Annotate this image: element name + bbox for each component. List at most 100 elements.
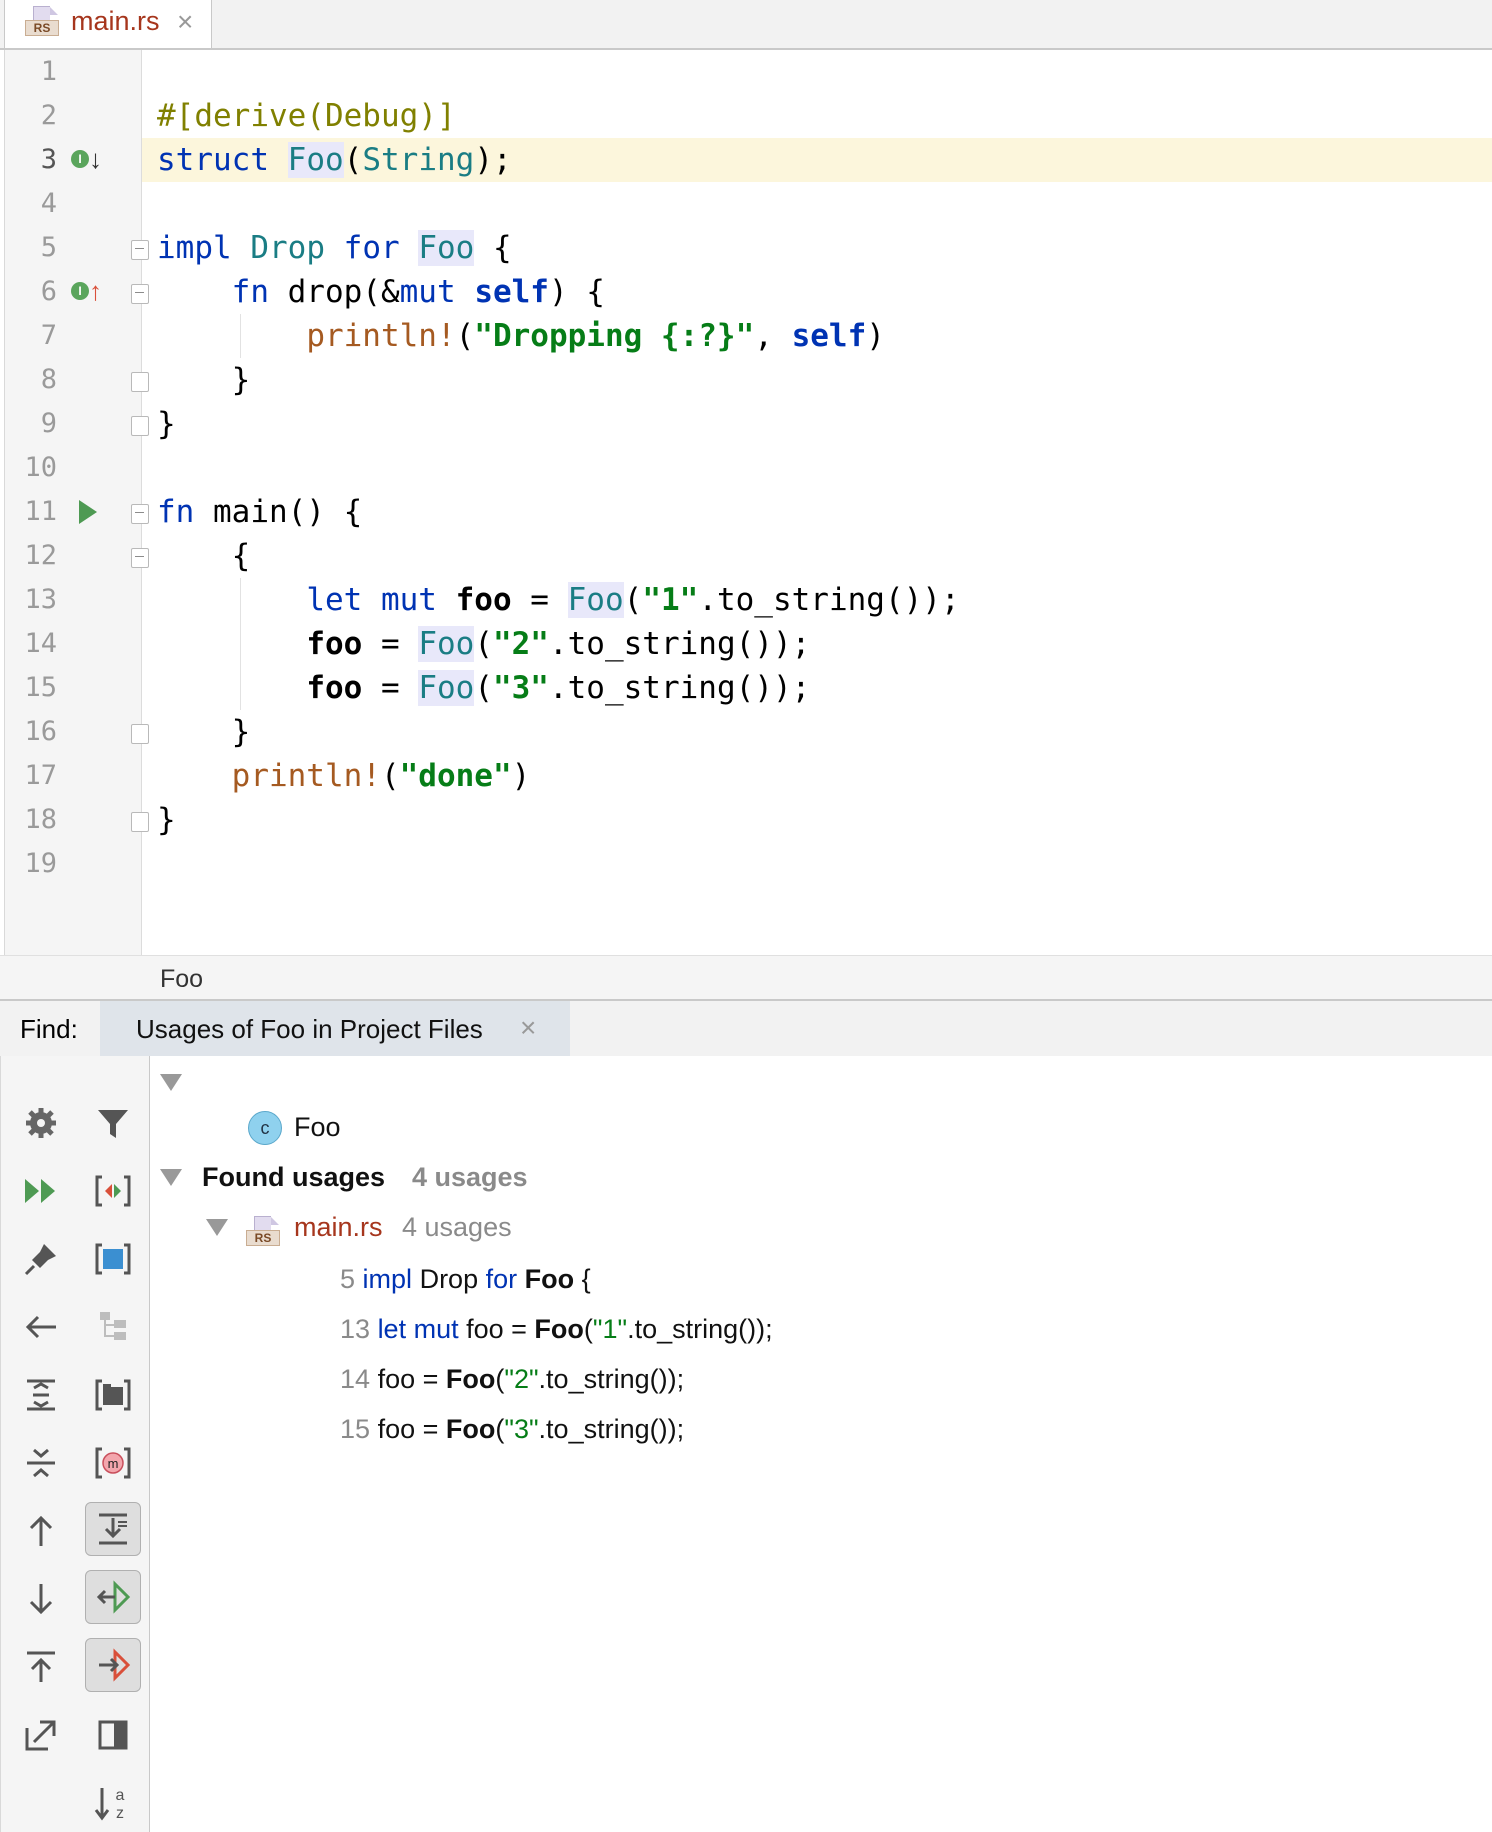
line-number: 7 (40, 320, 57, 351)
code-line-13: let mut foo = Foo("1".to_string()); (306, 582, 960, 618)
code-editor[interactable]: 1 2 3 4 5 6 7 8 9 10 11 12 13 14 15 16 1… (0, 50, 1492, 955)
found-usages-label[interactable]: Found usages (202, 1162, 385, 1193)
next-occurrence-icon[interactable] (13, 1572, 69, 1626)
close-icon[interactable]: × (177, 6, 193, 38)
rust-file-icon: RS (25, 6, 59, 36)
sort-alpha-icon[interactable]: az (85, 1776, 141, 1830)
back-icon[interactable] (13, 1300, 69, 1354)
tab-main-rs[interactable]: RS main.rs × (4, 0, 212, 48)
fold-marker[interactable] (131, 240, 149, 260)
find-tab-title: Usages of Foo in Project Files (136, 1014, 483, 1044)
code-line-2: #[derive(Debug)] (157, 98, 456, 134)
tab-usages-of-foo[interactable]: Usages of Foo in Project Files × (100, 1001, 570, 1057)
preview-icon[interactable] (85, 1164, 141, 1218)
svg-text:z: z (116, 1805, 124, 1822)
fold-end-marker[interactable] (131, 372, 149, 392)
line-number: 15 (24, 672, 57, 703)
line-number: 8 (40, 364, 57, 395)
symbol-foo: Foo (418, 670, 475, 706)
fold-end-marker[interactable] (131, 812, 149, 832)
svg-text:a: a (116, 1787, 125, 1804)
implementing-gutter-icon[interactable]: I ↑ (71, 276, 111, 310)
rust-file-icon: RS (246, 1216, 280, 1246)
line-number: 9 (40, 408, 57, 439)
fold-marker[interactable] (131, 504, 149, 524)
code-line-16: } (231, 714, 251, 750)
gear-icon[interactable] (13, 1096, 69, 1150)
fold-marker[interactable] (131, 284, 149, 304)
line-number: 3 (40, 144, 57, 175)
export-icon[interactable] (13, 1640, 69, 1694)
code-line-9: } (157, 406, 176, 442)
line-number: 18 (24, 804, 57, 835)
line-number: 11 (24, 496, 57, 527)
code-line-12: { (231, 538, 251, 574)
collapse-all-icon[interactable] (13, 1436, 69, 1490)
rerun-icon[interactable] (13, 1164, 69, 1218)
expand-all-icon[interactable] (13, 1368, 69, 1422)
module-group-icon[interactable] (85, 1368, 141, 1422)
line-number: 17 (24, 760, 57, 791)
method-group-icon[interactable]: m (85, 1436, 141, 1490)
line-number: 14 (24, 628, 57, 659)
found-usages-count: 4 usages (412, 1162, 528, 1192)
code-line-8: } (231, 362, 251, 398)
code-line-17: println!("done") (231, 758, 531, 794)
file-node-name[interactable]: main.rs (294, 1212, 383, 1243)
code-line-18: } (157, 802, 176, 838)
filter-icon[interactable] (85, 1096, 141, 1150)
find-label: Find: (20, 1014, 78, 1044)
line-number: 1 (40, 56, 57, 87)
run-icon[interactable] (79, 500, 97, 524)
toggle-panel-icon[interactable] (85, 1708, 141, 1762)
line-number: 16 (24, 716, 57, 747)
expand-toggle-icon[interactable] (160, 1169, 182, 1186)
line-number: 5 (40, 232, 57, 263)
navigate-green-icon[interactable] (85, 1570, 141, 1624)
usage-row[interactable]: 15 foo = Foo("3".to_string()); (340, 1414, 684, 1445)
symbol-foo: Foo (418, 230, 475, 266)
merge-lines-icon[interactable] (85, 1502, 141, 1556)
ide-window: RS main.rs × 1 2 3 4 5 6 7 8 9 10 11 12 … (0, 0, 1492, 1832)
code-line-7: println!("Dropping {:?}", self) (306, 318, 885, 354)
usage-row[interactable]: 13 let mut foo = Foo("1".to_string()); (340, 1314, 773, 1345)
line-number: 12 (24, 540, 57, 571)
line-number: 13 (24, 584, 57, 615)
breadcrumb: Foo (0, 955, 1492, 1000)
usage-row[interactable]: 5 impl Drop for Foo { (340, 1264, 591, 1295)
editor-tab-bar: RS main.rs × (0, 0, 1492, 50)
code-line-6: fn drop(&mut self) { (231, 274, 605, 310)
svg-text:m: m (108, 1456, 119, 1471)
prev-occurrence-icon[interactable] (13, 1504, 69, 1558)
fold-marker[interactable] (131, 548, 149, 568)
code-line-11: fn main() { (157, 494, 363, 530)
breadcrumb-item[interactable]: Foo (160, 965, 203, 994)
symbol-foo: Foo (418, 626, 475, 662)
navigate-red-icon[interactable] (85, 1638, 141, 1692)
expand-toggle-icon[interactable] (160, 1074, 182, 1091)
line-number: 2 (40, 100, 57, 131)
code-line-15: foo = Foo("3".to_string()); (306, 670, 811, 706)
close-icon[interactable]: × (520, 1012, 536, 1044)
find-tool-window-header: Find: Usages of Foo in Project Files × (0, 999, 1492, 1058)
class-icon: c (248, 1111, 282, 1145)
code-line-14: foo = Foo("2".to_string()); (306, 626, 811, 662)
implemented-gutter-icon[interactable]: I ↓ (71, 144, 111, 178)
group-icon[interactable] (85, 1300, 141, 1354)
expand-toggle-icon[interactable] (206, 1219, 228, 1236)
line-number: 19 (24, 848, 57, 879)
open-in-window-icon[interactable] (13, 1708, 69, 1762)
editor-gutter[interactable]: 1 2 3 4 5 6 7 8 9 10 11 12 13 14 15 16 1… (4, 50, 142, 955)
code-line-5: impl Drop for Foo { (157, 230, 512, 266)
expand-selection-icon[interactable] (85, 1232, 141, 1286)
code-line-3: struct Foo(String); (157, 142, 512, 178)
symbol-foo: Foo (567, 582, 624, 618)
fold-end-marker[interactable] (131, 724, 149, 744)
target-symbol[interactable]: Foo (294, 1112, 341, 1143)
file-node-count: 4 usages (402, 1212, 512, 1242)
pin-icon[interactable] (13, 1232, 69, 1286)
usage-row[interactable]: 14 foo = Foo("2".to_string()); (340, 1364, 684, 1395)
fold-end-marker[interactable] (131, 416, 149, 436)
line-number: 10 (24, 452, 57, 483)
line-number: 6 (40, 276, 57, 307)
